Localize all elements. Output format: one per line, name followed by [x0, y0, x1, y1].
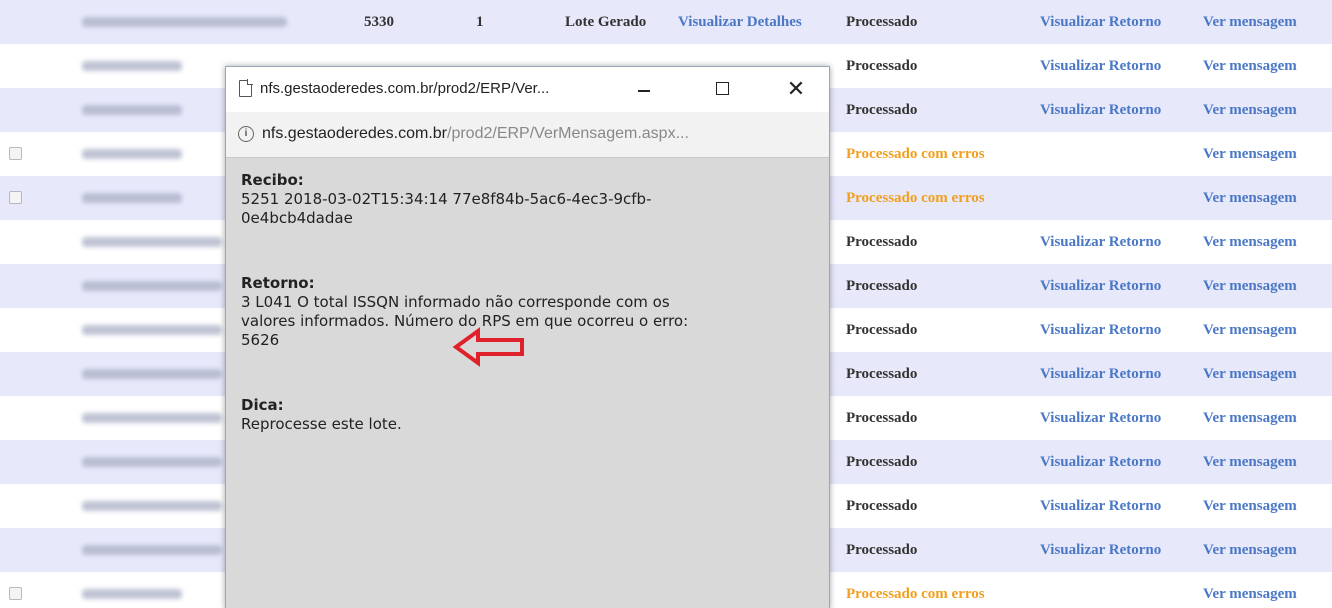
row-checkbox[interactable] [9, 191, 22, 204]
redacted-field [82, 457, 222, 467]
visualizar-retorno-link[interactable]: Visualizar Retorno [1040, 88, 1161, 132]
recibo-section: Recibo: 5251 2018-03-02T15:34:14 77e8f84… [241, 171, 811, 228]
message-content: Recibo: 5251 2018-03-02T15:34:14 77e8f84… [241, 171, 811, 480]
maximize-icon [716, 82, 729, 95]
redacted-field [82, 325, 222, 335]
redacted-field [82, 105, 182, 115]
ver-mensagem-link[interactable]: Ver mensagem [1203, 528, 1297, 572]
recibo-label: Recibo: [241, 171, 304, 189]
recibo-line-2: 0e4bcb4dadae [241, 209, 353, 227]
close-button[interactable]: ✕ [776, 73, 816, 105]
row-status: Processado [846, 542, 918, 558]
dica-section: Dica: Reprocesse este lote. [241, 396, 811, 434]
visualizar-retorno-link[interactable]: Visualizar Retorno [1040, 528, 1161, 572]
redacted-field [82, 237, 222, 247]
visualizar-detalhes-link[interactable]: Visualizar Detalhes [678, 0, 802, 44]
row-status: Processado [846, 454, 918, 470]
row-number: 5330 [364, 14, 394, 30]
visualizar-retorno-link[interactable]: Visualizar Retorno [1040, 0, 1161, 44]
table-row: 5330 1 Lote Gerado Visualizar Detalhes Proce… [0, 0, 1332, 44]
url-path: /prod2/ERP/VerMensagem.aspx... [447, 125, 689, 142]
ver-mensagem-link[interactable]: Ver mensagem [1203, 44, 1297, 88]
close-icon: ✕ [786, 76, 806, 101]
screen: 5330 1 Lote Gerado Visualizar Detalhes Proce… [0, 0, 1332, 608]
redacted-field [82, 149, 182, 159]
redacted-field [82, 193, 182, 203]
retorno-line-1: 3 L041 O total ISSQN informado não corre… [241, 293, 670, 311]
message-popup-window: nfs.gestaoderedes.com.br/prod2/ERP/Ver..… [225, 66, 830, 608]
ver-mensagem-link[interactable]: Ver mensagem [1203, 0, 1297, 44]
ver-mensagem-link[interactable]: Ver mensagem [1203, 572, 1297, 608]
ver-mensagem-link[interactable]: Ver mensagem [1203, 264, 1297, 308]
row-status: Processado [846, 498, 918, 514]
ver-mensagem-link[interactable]: Ver mensagem [1203, 440, 1297, 484]
retorno-label: Retorno: [241, 274, 315, 292]
visualizar-retorno-link[interactable]: Visualizar Retorno [1040, 220, 1161, 264]
ver-mensagem-link[interactable]: Ver mensagem [1203, 484, 1297, 528]
visualizar-retorno-link[interactable]: Visualizar Retorno [1040, 308, 1161, 352]
redacted-field [82, 369, 222, 379]
row-status: Processado [846, 322, 918, 338]
info-icon[interactable]: i [238, 126, 254, 142]
minimize-icon [638, 90, 650, 92]
row-status: Processado [846, 14, 918, 30]
row-status: Processado com erros [846, 190, 985, 206]
visualizar-retorno-link[interactable]: Visualizar Retorno [1040, 264, 1161, 308]
recibo-line-1: 5251 2018-03-02T15:34:14 77e8f84b-5ac6-4… [241, 190, 652, 208]
popup-title: nfs.gestaoderedes.com.br/prod2/ERP/Ver..… [260, 80, 550, 97]
visualizar-retorno-link[interactable]: Visualizar Retorno [1040, 44, 1161, 88]
ver-mensagem-link[interactable]: Ver mensagem [1203, 352, 1297, 396]
address-bar[interactable]: i nfs.gestaoderedes.com.br/prod2/ERP/Ver… [226, 112, 829, 158]
redacted-field [82, 413, 222, 423]
ver-mensagem-link[interactable]: Ver mensagem [1203, 132, 1297, 176]
ver-mensagem-link[interactable]: Ver mensagem [1203, 176, 1297, 220]
row-status: Processado com erros [846, 146, 985, 162]
ver-mensagem-link[interactable]: Ver mensagem [1203, 220, 1297, 264]
row-status: Processado [846, 234, 918, 250]
visualizar-retorno-link[interactable]: Visualizar Retorno [1040, 352, 1161, 396]
row-status: Processado com erros [846, 586, 985, 602]
arrow-left-icon [452, 327, 524, 367]
redacted-field [82, 545, 222, 555]
row-status: Processado [846, 102, 918, 118]
redacted-field [82, 61, 182, 71]
row-situation: Lote Gerado [565, 14, 647, 30]
url-text[interactable]: nfs.gestaoderedes.com.br/prod2/ERP/VerMe… [262, 125, 689, 143]
ver-mensagem-link[interactable]: Ver mensagem [1203, 88, 1297, 132]
minimize-button[interactable] [624, 73, 664, 105]
dica-label: Dica: [241, 396, 284, 414]
popup-titlebar[interactable]: nfs.gestaoderedes.com.br/prod2/ERP/Ver..… [226, 67, 829, 112]
redacted-field [82, 281, 222, 291]
row-status: Processado [846, 366, 918, 382]
ver-mensagem-link[interactable]: Ver mensagem [1203, 308, 1297, 352]
redacted-field [82, 17, 287, 27]
row-status: Processado [846, 410, 918, 426]
visualizar-retorno-link[interactable]: Visualizar Retorno [1040, 440, 1161, 484]
dica-text: Reprocesse este lote. [241, 415, 402, 433]
visualizar-retorno-link[interactable]: Visualizar Retorno [1040, 484, 1161, 528]
row-quantity: 1 [476, 14, 484, 30]
redacted-field [82, 589, 182, 599]
page-icon [239, 79, 253, 97]
row-status: Processado [846, 58, 918, 74]
ver-mensagem-link[interactable]: Ver mensagem [1203, 396, 1297, 440]
row-checkbox[interactable] [9, 147, 22, 160]
visualizar-retorno-link[interactable]: Visualizar Retorno [1040, 396, 1161, 440]
row-checkbox[interactable] [9, 587, 22, 600]
maximize-button[interactable] [702, 73, 742, 105]
row-status: Processado [846, 278, 918, 294]
url-host: nfs.gestaoderedes.com.br [262, 125, 447, 142]
redacted-field [82, 501, 222, 511]
